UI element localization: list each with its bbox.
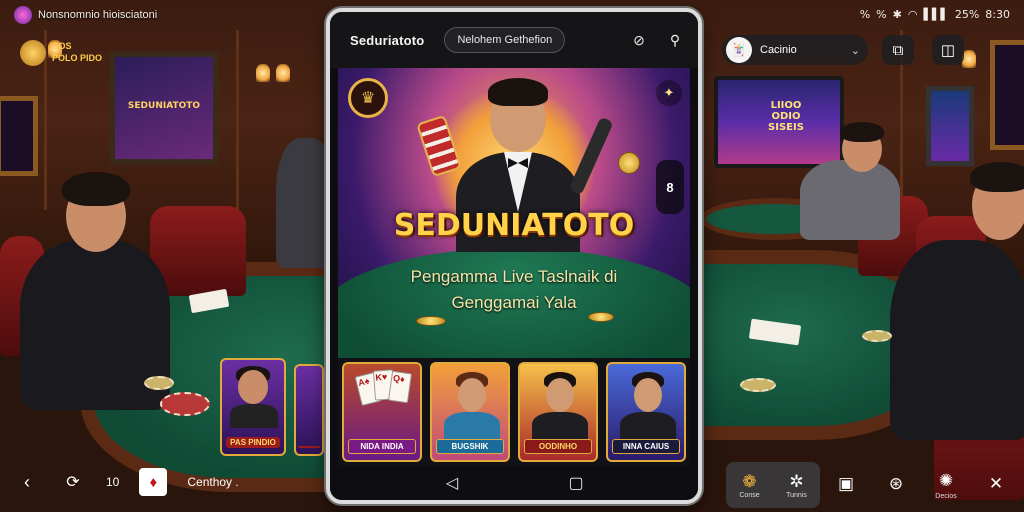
tab-count: 10 <box>106 475 120 489</box>
wall-frame <box>990 40 1024 150</box>
layout-icon: ◫ <box>940 42 956 59</box>
thumbnail-card[interactable]: A♠ K♥ Q♦ NIDA INDIA <box>342 362 422 462</box>
toolbar-conse[interactable]: ❁ Conse <box>726 472 773 499</box>
toolbar-save[interactable]: ▣ <box>822 462 870 508</box>
crown-emblem-icon: ♛ <box>348 78 388 118</box>
thumbnail-card[interactable]: BUGSHIK <box>430 362 510 462</box>
coin-icon: ❁ <box>742 471 757 491</box>
app-name-dot: . <box>235 475 239 489</box>
wall-poster-text: SEDUNIATOTO <box>127 101 201 111</box>
bluetooth-icon: ✱ <box>892 8 902 21</box>
nav-back-icon[interactable]: ◁ <box>437 468 467 498</box>
toolbar-shield[interactable]: ⊛ <box>872 462 920 508</box>
back-arrow-icon[interactable]: ‹ <box>14 472 40 493</box>
sparkle-icon[interactable]: ✦ <box>656 80 682 106</box>
status-indicator: % <box>876 8 887 21</box>
cast-button[interactable]: ⧉ <box>882 35 914 65</box>
status-indicator: % <box>859 8 871 21</box>
toolbar-label: Decios <box>935 492 957 500</box>
bottom-toolbar: ❁ Conse ✲ Tunnis ▣ ⊛ ✺ Decios ✕ <box>726 462 1022 508</box>
chevron-down-icon: ⌄ <box>850 44 860 57</box>
game-card-label: PAS PINDIO <box>226 437 280 448</box>
tagline-line-1: Pengamma Live Taslnaik di <box>410 267 618 286</box>
location-icon[interactable]: ⊘ <box>626 27 652 53</box>
slot-machine <box>926 86 974 166</box>
toolbar-decios[interactable]: ✺ Decios <box>922 462 970 508</box>
settings-icon: ✺ <box>938 470 954 490</box>
phone-nav-bar: ◁ ▢ <box>330 466 698 500</box>
cast-icon: ⧉ <box>892 41 904 59</box>
status-app-title: Nonsnomnio hioisciatoni <box>38 9 158 21</box>
badge-text-1: COS <box>52 41 72 51</box>
wall-tv: LIIOO ODIO SISEIS <box>714 76 844 168</box>
coin <box>416 316 446 326</box>
wifi-icon: ◠ <box>907 8 918 21</box>
thumbnail-label: BUGSHIK <box>436 439 504 454</box>
signal-icon: ▌▌▌ <box>923 8 949 21</box>
app-name-text: Centhoy <box>187 475 233 489</box>
thumbnail-label: NIDA INDIA <box>348 439 416 454</box>
close-icon: ✕ <box>988 474 1004 493</box>
app-brand[interactable]: Seduriatoto <box>350 33 424 48</box>
thumbnail-label: INNA CAIUS <box>612 439 680 454</box>
game-card-left[interactable]: PAS PINDIO <box>220 358 286 456</box>
status-bar-left: Nonsnomnio hioisciatoni <box>14 6 157 24</box>
toolbar-close[interactable]: ✕ <box>972 462 1020 508</box>
status-bar-right: % % ✱ ◠ ▌▌▌ 25% 8:30 <box>860 8 1010 21</box>
header-chip[interactable]: Nelohem Gethefion <box>444 27 566 53</box>
app-icon[interactable]: ♦ <box>139 468 168 496</box>
game-card-partial[interactable] <box>294 364 324 456</box>
wall-lamp <box>962 50 976 68</box>
tagline-line-2: Genggamai Yala <box>451 293 577 312</box>
toolbar-label: Conse <box>739 491 760 499</box>
toolbar-group-active[interactable]: ❁ Conse ✲ Tunnis <box>726 462 820 508</box>
chip-stack <box>160 392 210 416</box>
toolbar-label: Tunnis <box>786 491 807 499</box>
badge-text-2: POLO PIDO <box>52 53 103 63</box>
game-card-label <box>298 446 320 448</box>
toolbar-tunnis[interactable]: ✲ Tunnis <box>773 472 820 499</box>
wall-frame <box>0 96 38 176</box>
save-icon: ▣ <box>837 474 855 493</box>
app-name[interactable]: Centhoy . <box>187 475 238 489</box>
hero-title: SEDUNIATOTO <box>393 208 635 243</box>
joker-icon: 🃏 <box>726 37 752 63</box>
phone-frame: Seduriatoto Nelohem Gethefion ⊘ ⚲ ♛ ✦ 8 … <box>326 8 702 504</box>
layout-button[interactable]: ◫ <box>932 35 964 65</box>
refresh-icon[interactable]: ⟳ <box>60 472 86 492</box>
gear-icon: ✲ <box>789 471 804 491</box>
chip <box>144 376 174 390</box>
nav-home-icon[interactable]: ▢ <box>561 468 591 498</box>
casino-selector-label: Cacinio <box>760 44 797 56</box>
hero-tagline: Pengamma Live Taslnaik di Genggamai Yala <box>338 264 690 316</box>
thumbnail-label: OODINHO <box>524 439 592 454</box>
bottom-bar-left: ‹ ⟳ 10 ♦ Centhoy . <box>14 468 239 496</box>
wall-lamp <box>256 64 270 82</box>
shield-icon: ⊛ <box>888 474 904 493</box>
wall-lamp <box>276 64 290 82</box>
game-thumbnails: A♠ K♥ Q♦ NIDA INDIA BUGSHIK OODINHO INNA… <box>338 358 690 466</box>
hero-banner[interactable]: ♛ ✦ 8 SEDUNIATOTO Pengamma Live Taslnaik… <box>338 68 690 358</box>
app-header: Seduriatoto Nelohem Gethefion ⊘ ⚲ <box>330 12 698 68</box>
casino-selector[interactable]: 🃏 Cacinio ⌄ <box>722 35 868 65</box>
badge-emblem-icon <box>20 40 46 66</box>
search-icon[interactable]: ⚲ <box>662 27 688 53</box>
thumbnail-card[interactable]: OODINHO <box>518 362 598 462</box>
wall-poster: SEDUNIATOTO <box>110 52 218 164</box>
side-button[interactable]: 8 <box>656 160 684 214</box>
battery-level: 25% <box>954 8 980 21</box>
chip <box>740 378 776 392</box>
thumbnail-card[interactable]: INNA CAIUS <box>606 362 686 462</box>
app-logo-icon <box>14 6 32 24</box>
coin <box>618 152 640 174</box>
chip <box>862 330 892 342</box>
clock: 8:30 <box>985 8 1010 21</box>
wall-panel <box>236 30 239 210</box>
tv-text: LIIOO ODIO SISEIS <box>768 100 804 133</box>
logo-badge[interactable]: COS POLO PIDO <box>12 36 122 70</box>
